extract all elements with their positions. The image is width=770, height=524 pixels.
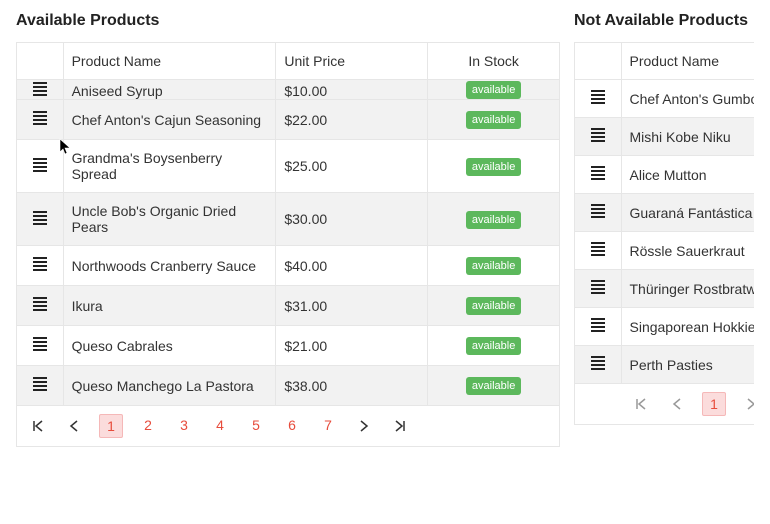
pager-page-1[interactable]: 1 bbox=[702, 392, 726, 416]
product-name-cell: Grandma's Boysenberry Spread bbox=[72, 150, 223, 182]
unit-price-cell: $40.00 bbox=[284, 258, 327, 274]
product-name-cell: Perth Pasties bbox=[630, 357, 713, 373]
table-row[interactable]: Alice Mutton bbox=[575, 156, 755, 194]
drag-handle-icon[interactable] bbox=[33, 257, 47, 271]
available-badge: available bbox=[466, 81, 521, 99]
product-name-cell: Uncle Bob's Organic Dried Pears bbox=[72, 203, 237, 235]
pager-prev-icon[interactable] bbox=[666, 393, 688, 415]
drag-handle-icon[interactable] bbox=[33, 211, 47, 225]
table-row[interactable]: Queso Manchego La Pastora $38.00 available bbox=[17, 366, 560, 406]
not-available-products-title: Not Available Products bbox=[574, 12, 754, 30]
table-row[interactable]: Thüringer Rostbratwurst bbox=[575, 270, 755, 308]
table-row[interactable]: Queso Cabrales $21.00 available bbox=[17, 326, 560, 366]
drag-handle-icon[interactable] bbox=[591, 280, 605, 294]
table-row[interactable]: Mishi Kobe Niku bbox=[575, 118, 755, 156]
available-badge: available bbox=[466, 257, 521, 275]
unit-price-column-header[interactable]: Unit Price bbox=[276, 43, 428, 80]
pager-page-4[interactable]: 4 bbox=[209, 414, 231, 436]
table-row[interactable]: Singaporean Hokkien Fried Mee bbox=[575, 308, 755, 346]
product-name-cell: Mishi Kobe Niku bbox=[630, 129, 731, 145]
product-name-cell: Singaporean Hokkien Fried Mee bbox=[630, 319, 755, 335]
product-name-cell: Thüringer Rostbratwurst bbox=[630, 281, 755, 297]
in-stock-column-header[interactable]: In Stock bbox=[428, 43, 560, 80]
not-available-products-panel: Not Available Products Product Name Chef… bbox=[574, 4, 754, 524]
not-available-products-pager: 1 bbox=[574, 384, 754, 425]
drag-handle-icon[interactable] bbox=[591, 242, 605, 256]
unit-price-cell: $25.00 bbox=[284, 158, 327, 174]
pager-last-icon[interactable] bbox=[389, 415, 411, 437]
table-row[interactable]: Chef Anton's Cajun Seasoning $22.00 availa… bbox=[17, 100, 560, 140]
available-badge: available bbox=[466, 337, 521, 355]
product-name-cell: Chef Anton's Cajun Seasoning bbox=[72, 112, 261, 128]
drag-column-header bbox=[575, 43, 622, 80]
available-badge: available bbox=[466, 297, 521, 315]
pager-page-6[interactable]: 6 bbox=[281, 414, 303, 436]
available-badge: available bbox=[466, 111, 521, 129]
product-name-cell: Northwoods Cranberry Sauce bbox=[72, 258, 256, 274]
drag-handle-icon[interactable] bbox=[33, 377, 47, 391]
drag-handle-icon[interactable] bbox=[591, 318, 605, 332]
not-available-products-table: Product Name Chef Anton's Gumbo Mix Mishi… bbox=[574, 42, 754, 384]
table-row[interactable]: Ikura $31.00 available bbox=[17, 286, 560, 326]
unit-price-cell: $21.00 bbox=[284, 338, 327, 354]
product-name-cell: Alice Mutton bbox=[630, 167, 707, 183]
pager-prev-icon[interactable] bbox=[63, 415, 85, 437]
unit-price-cell: $22.00 bbox=[284, 112, 327, 128]
table-row[interactable]: Rössle Sauerkraut bbox=[575, 232, 755, 270]
table-row[interactable]: Uncle Bob's Organic Dried Pears $30.00 ava… bbox=[17, 193, 560, 246]
available-badge: available bbox=[466, 377, 521, 395]
product-name-cell: Chef Anton's Gumbo Mix bbox=[630, 91, 755, 107]
drag-handle-icon[interactable] bbox=[591, 90, 605, 104]
table-row[interactable]: Guaraná Fantástica bbox=[575, 194, 755, 232]
drag-handle-icon[interactable] bbox=[33, 337, 47, 351]
unit-price-cell: $30.00 bbox=[284, 211, 327, 227]
table-row[interactable]: Aniseed Syrup $10.00 available bbox=[17, 80, 560, 100]
drag-handle-icon[interactable] bbox=[591, 166, 605, 180]
product-name-cell: Ikura bbox=[72, 298, 103, 314]
product-name-cell: Queso Cabrales bbox=[72, 338, 173, 354]
drag-handle-icon[interactable] bbox=[33, 82, 47, 96]
available-badge: available bbox=[466, 158, 521, 176]
pager-page-3[interactable]: 3 bbox=[173, 414, 195, 436]
pager-next-icon[interactable] bbox=[740, 393, 754, 415]
drag-handle-icon[interactable] bbox=[33, 158, 47, 172]
drag-handle-icon[interactable] bbox=[33, 111, 47, 125]
table-row[interactable]: Northwoods Cranberry Sauce $40.00 availabl… bbox=[17, 246, 560, 286]
unit-price-cell: $31.00 bbox=[284, 298, 327, 314]
drag-column-header bbox=[17, 43, 64, 80]
product-name-cell: Aniseed Syrup bbox=[72, 83, 163, 99]
drag-handle-icon[interactable] bbox=[591, 204, 605, 218]
available-products-table: Product Name Unit Price In Stock Aniseed… bbox=[16, 42, 560, 406]
drag-handle-icon[interactable] bbox=[591, 356, 605, 370]
pager-page-5[interactable]: 5 bbox=[245, 414, 267, 436]
pager-next-icon[interactable] bbox=[353, 415, 375, 437]
product-name-column-header[interactable]: Product Name bbox=[621, 43, 754, 80]
pager-page-2[interactable]: 2 bbox=[137, 414, 159, 436]
pager-page-1[interactable]: 1 bbox=[99, 414, 123, 438]
unit-price-cell: $10.00 bbox=[284, 83, 327, 99]
drag-handle-icon[interactable] bbox=[33, 297, 47, 311]
product-name-cell: Rössle Sauerkraut bbox=[630, 243, 745, 259]
available-products-title: Available Products bbox=[16, 12, 560, 30]
available-products-panel: Available Products Product Name Unit Pri… bbox=[16, 4, 560, 524]
table-row[interactable]: Chef Anton's Gumbo Mix bbox=[575, 80, 755, 118]
product-name-cell: Guaraná Fantástica bbox=[630, 205, 753, 221]
available-products-pager: 1234567 bbox=[16, 406, 560, 447]
pager-page-7[interactable]: 7 bbox=[317, 414, 339, 436]
product-name-cell: Queso Manchego La Pastora bbox=[72, 378, 254, 394]
table-row[interactable]: Grandma's Boysenberry Spread $25.00 availa… bbox=[17, 140, 560, 193]
pager-first-icon[interactable] bbox=[630, 393, 652, 415]
available-badge: available bbox=[466, 211, 521, 229]
table-row[interactable]: Perth Pasties bbox=[575, 346, 755, 384]
unit-price-cell: $38.00 bbox=[284, 378, 327, 394]
pager-first-icon[interactable] bbox=[27, 415, 49, 437]
drag-handle-icon[interactable] bbox=[591, 128, 605, 142]
product-name-column-header[interactable]: Product Name bbox=[63, 43, 276, 80]
